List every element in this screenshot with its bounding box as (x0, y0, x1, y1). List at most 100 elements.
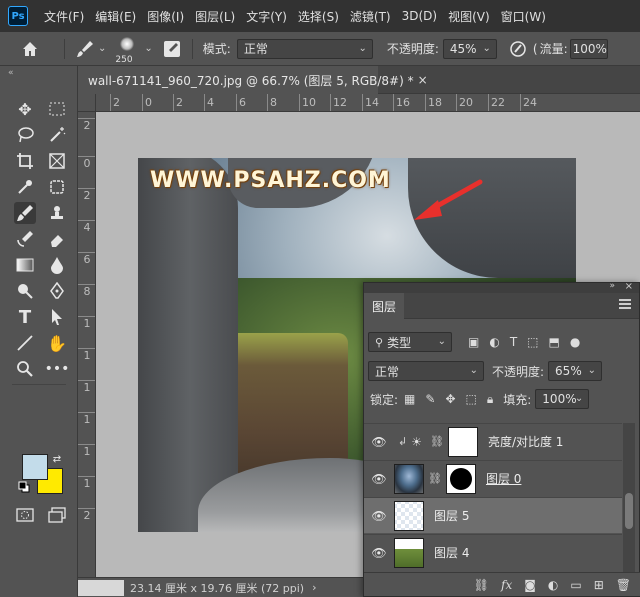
eyedropper-icon[interactable] (14, 176, 36, 198)
mask-icon[interactable]: ◙ (524, 578, 536, 592)
layer-thumbnail[interactable] (394, 463, 424, 494)
clone-stamp-icon[interactable] (46, 202, 68, 224)
magic-wand-icon[interactable] (46, 124, 68, 146)
brush-tool-icon[interactable] (14, 202, 36, 224)
collapse-icon[interactable]: » (609, 281, 615, 291)
dodge-tool-icon[interactable] (14, 280, 36, 302)
panel-menu-icon[interactable] (619, 299, 631, 311)
layer-filter-dropdown[interactable]: ⚲ 类型 ⌄ (368, 332, 452, 352)
line-tool-icon[interactable] (14, 332, 36, 354)
chevron-right-icon[interactable]: › (312, 581, 316, 594)
layers-scrollbar[interactable] (623, 423, 635, 573)
move-tool-icon[interactable]: ✥ (14, 98, 36, 120)
menu-window[interactable]: 窗口(W) (501, 8, 546, 25)
fx-icon[interactable]: fx (501, 578, 512, 592)
lock-position-icon[interactable]: ✥ (445, 392, 455, 406)
screen-mode-icon[interactable] (46, 504, 68, 526)
chevron-down-icon[interactable]: ⌄ (144, 43, 152, 54)
flow-field[interactable]: 100% (569, 38, 608, 59)
adjustment-icon[interactable]: ◐ (548, 578, 558, 592)
type-tool-icon[interactable]: T (14, 306, 36, 328)
fill-field[interactable]: 100% ⌄ (535, 389, 590, 409)
brush-tool-icon[interactable] (75, 39, 95, 59)
menu-select[interactable]: 选择(S) (298, 8, 339, 25)
brush-settings-icon[interactable] (162, 39, 182, 59)
tab-layers[interactable]: 图层 (364, 293, 405, 319)
spot-healing-icon[interactable] (46, 176, 68, 198)
visibility-eye-icon[interactable]: 👁︎ (364, 546, 394, 560)
layer-name: 图层 0 (485, 472, 522, 486)
filter-adjustment-icon[interactable]: ◐ (489, 335, 499, 349)
pen-tool-icon[interactable] (46, 280, 68, 302)
brush-preset-picker[interactable]: 250 (113, 35, 141, 65)
layer-row[interactable]: 👁︎ ⛓ 图层 0 (364, 460, 622, 496)
crop-tool-icon[interactable] (14, 150, 36, 172)
menu-edit[interactable]: 编辑(E) (95, 8, 136, 25)
group-icon[interactable]: ▭ (570, 578, 581, 592)
menu-type[interactable]: 文字(Y) (246, 8, 287, 25)
chevron-down-icon[interactable]: ⌄ (98, 43, 106, 54)
new-layer-icon[interactable]: ⊞ (594, 578, 604, 592)
link-icon[interactable]: ⛓ (474, 578, 489, 592)
home-icon[interactable] (20, 39, 40, 59)
more-tools-icon[interactable]: ••• (45, 358, 70, 380)
hand-tool-icon[interactable]: ✋ (46, 332, 68, 354)
layer-mask-thumbnail[interactable] (447, 426, 478, 457)
eraser-icon[interactable] (46, 228, 68, 250)
filter-type-icon[interactable]: T (510, 335, 517, 349)
close-icon[interactable]: × (418, 73, 428, 87)
menu-view[interactable]: 视图(V) (448, 8, 490, 25)
menu-3d[interactable]: 3D(D) (402, 9, 437, 23)
pressure-opacity-icon[interactable] (509, 40, 527, 58)
lock-artboard-icon[interactable]: ⬚ (466, 392, 477, 406)
collapse-icon[interactable]: « (8, 68, 14, 78)
filter-toggle-icon[interactable]: ● (570, 335, 580, 349)
history-brush-icon[interactable] (14, 228, 36, 250)
scrollbar-thumb[interactable] (625, 493, 633, 529)
visibility-eye-icon[interactable]: 👁︎ (364, 472, 394, 486)
blur-tool-icon[interactable] (46, 254, 68, 276)
filter-pixel-icon[interactable]: ▣ (468, 335, 479, 349)
link-icon[interactable]: ⛓ (430, 435, 444, 448)
menu-file[interactable]: 文件(F) (44, 8, 84, 25)
visibility-eye-icon[interactable]: 👁︎ (364, 435, 394, 449)
blend-mode-value: 正常 (375, 364, 400, 379)
trash-icon[interactable]: 🗑︎ (616, 578, 631, 592)
layer-row[interactable]: 👁︎ ↲ ☀ ⛓ 亮度/对比度 1 (364, 423, 622, 459)
lock-transparency-icon[interactable]: ▦ (404, 392, 415, 406)
foreground-color-swatch[interactable] (22, 454, 48, 480)
lasso-tool-icon[interactable] (14, 124, 36, 146)
filter-smart-object-icon[interactable]: ⬒ (549, 335, 560, 349)
layer-thumbnail[interactable] (394, 500, 424, 531)
zoom-field[interactable] (78, 579, 124, 596)
zoom-tool-icon[interactable] (14, 358, 36, 380)
path-selection-icon[interactable] (46, 306, 68, 328)
layer-mask-thumbnail[interactable] (445, 463, 476, 494)
opacity-field[interactable]: 45% ⌄ (442, 38, 497, 59)
marquee-tool-icon[interactable] (46, 98, 68, 120)
lock-all-icon[interactable]: 🔒︎ (487, 392, 493, 407)
gradient-tool-icon[interactable] (14, 254, 36, 276)
layer-opacity-field[interactable]: 65% ⌄ (548, 361, 603, 381)
airbrush-icon[interactable]: ( (533, 42, 538, 56)
layer-thumbnail[interactable] (394, 537, 424, 568)
menu-filter[interactable]: 滤镜(T) (350, 8, 391, 25)
layer-row-selected[interactable]: 👁︎ 图层 5 (364, 497, 622, 533)
ruler-tick: 14 (362, 94, 379, 111)
close-icon[interactable]: × (625, 281, 633, 292)
quick-mask-icon[interactable] (14, 504, 36, 526)
swap-colors-icon[interactable]: ⇄ (50, 452, 64, 466)
visibility-eye-icon[interactable]: 👁︎ (364, 509, 394, 523)
menu-image[interactable]: 图像(I) (147, 8, 184, 25)
chevron-down-icon: ⌄ (437, 336, 446, 347)
link-icon[interactable]: ⛓ (428, 472, 442, 485)
mode-dropdown[interactable]: 正常 ⌄ (236, 38, 373, 59)
filter-shape-icon[interactable]: ⬚ (527, 335, 538, 349)
document-tab[interactable]: wall-671141_960_720.jpg @ 66.7% (图层 5, R… (78, 66, 428, 94)
layer-row[interactable]: 👁︎ 图层 4 (364, 534, 622, 570)
frame-tool-icon[interactable] (46, 150, 68, 172)
blend-mode-dropdown[interactable]: 正常 ⌄ (368, 361, 484, 381)
lock-pixels-icon[interactable]: ✎ (425, 392, 435, 406)
default-colors-icon[interactable] (18, 481, 30, 493)
menu-layer[interactable]: 图层(L) (195, 8, 235, 25)
